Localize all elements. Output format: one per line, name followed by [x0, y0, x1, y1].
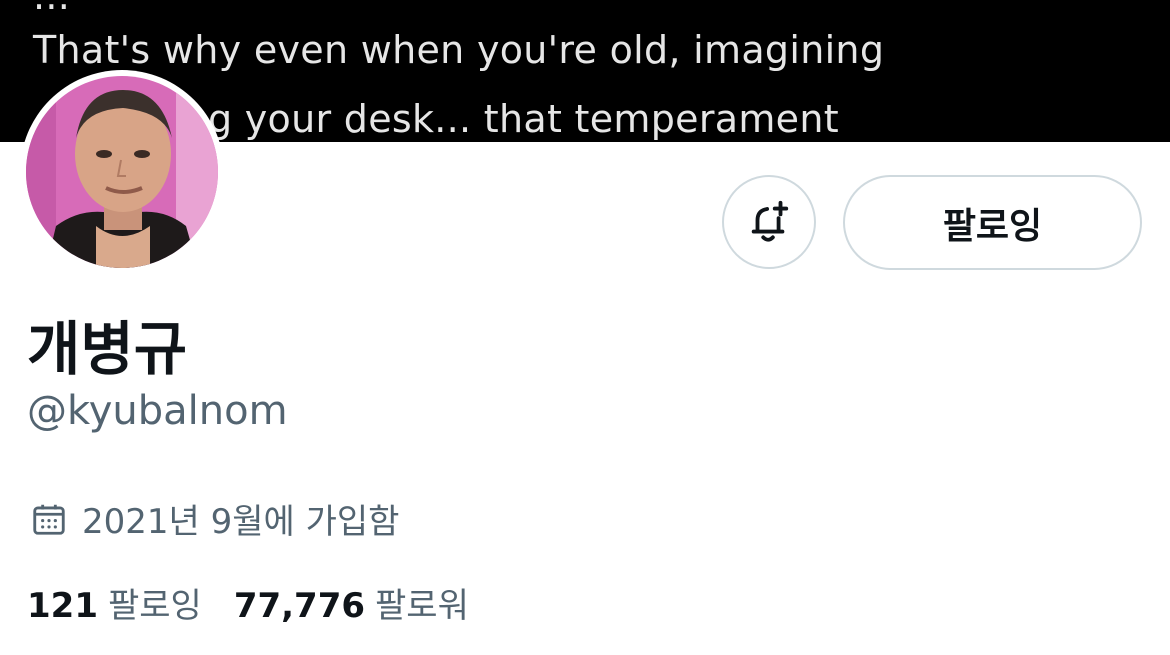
- following-link[interactable]: 121 팔로잉: [27, 578, 202, 627]
- bell-plus-icon: [751, 200, 789, 242]
- notify-button[interactable]: [722, 175, 816, 269]
- banner-text-line: ...: [33, 0, 70, 18]
- followers-count: 77,776: [233, 586, 366, 626]
- following-button[interactable]: 팔로잉: [843, 175, 1142, 270]
- followers-link[interactable]: 77,776 팔로워: [234, 578, 469, 627]
- join-date: 2021년 9월에 가입함: [30, 494, 399, 543]
- join-date-text: 2021년 9월에 가입함: [82, 502, 400, 542]
- avatar[interactable]: [20, 70, 224, 274]
- follow-stats: 121 팔로잉 77,776 팔로워: [27, 578, 469, 627]
- banner-text-line: That's why even when you're old, imagini…: [33, 28, 885, 72]
- following-label: 팔로잉: [107, 586, 202, 626]
- user-handle: @kyubalnom: [27, 388, 288, 434]
- followers-label: 팔로워: [375, 586, 469, 626]
- avatar-photo: [26, 76, 218, 268]
- following-count: 121: [27, 586, 98, 626]
- calendar-icon: [33, 504, 65, 535]
- display-name: 개병규: [27, 315, 188, 383]
